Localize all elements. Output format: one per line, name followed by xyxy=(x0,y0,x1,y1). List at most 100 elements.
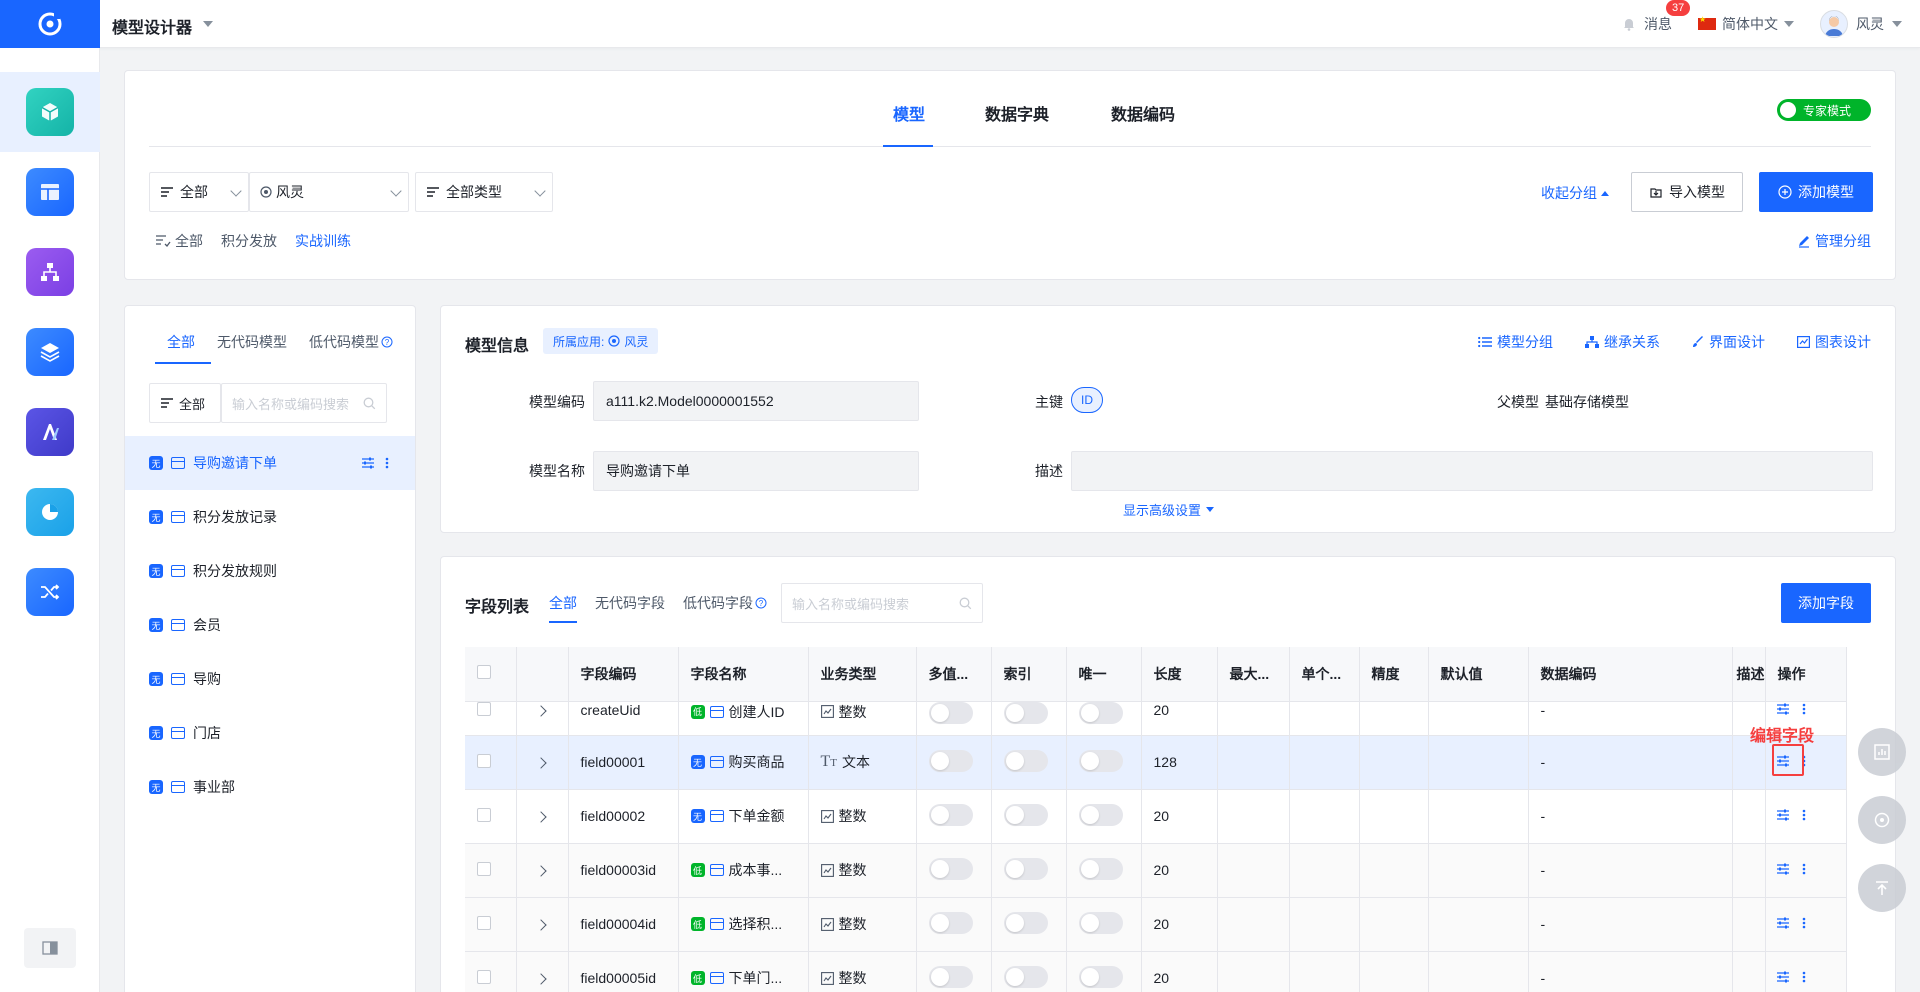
chevron-right-icon[interactable] xyxy=(534,865,547,877)
toggle-switch[interactable] xyxy=(928,857,973,880)
group-points-issue[interactable]: 积分发放 xyxy=(221,231,277,251)
table-row[interactable]: field00002 无 下单金额 整数 20 - xyxy=(465,789,1847,844)
list-item-division[interactable]: 无 事业部 xyxy=(125,760,415,814)
model-group-button[interactable]: 模型分组 xyxy=(1478,332,1553,352)
tab-no-code-models[interactable]: 无代码模型 xyxy=(217,332,287,352)
toggle-switch[interactable] xyxy=(1078,803,1123,826)
more-vertical-icon[interactable] xyxy=(385,457,389,469)
row-more-button[interactable] xyxy=(1802,916,1806,932)
edit-field-button[interactable] xyxy=(1776,916,1790,932)
parent-model-link[interactable]: 基础存储模型 xyxy=(1545,392,1629,412)
table-row[interactable]: field00005id 低 下单门... 整数 20 - xyxy=(465,951,1847,992)
chevron-right-icon[interactable] xyxy=(534,757,547,769)
chevron-right-icon[interactable] xyxy=(534,973,547,985)
tab-low-code-models[interactable]: 低代码模型 ? xyxy=(309,332,393,352)
floating-refresh-button[interactable] xyxy=(1858,796,1906,844)
row-checkbox[interactable] xyxy=(477,701,491,716)
edit-field-button[interactable] xyxy=(1776,970,1790,986)
add-field-button[interactable]: 添加字段 xyxy=(1781,583,1871,623)
user-menu[interactable]: 风灵 xyxy=(1820,10,1902,38)
toggle-switch[interactable] xyxy=(1078,911,1123,934)
sidebar-item-shuffle[interactable] xyxy=(0,552,100,632)
toggle-switch[interactable] xyxy=(1003,965,1048,988)
settings-sliders-icon[interactable] xyxy=(361,457,375,469)
row-more-button[interactable] xyxy=(1802,808,1806,824)
collapse-group-button[interactable]: 收起分组 xyxy=(1541,183,1609,203)
toggle-switch[interactable] xyxy=(1003,749,1048,772)
group-all[interactable]: 全部 xyxy=(155,231,203,251)
group-practice-training[interactable]: 实战训练 xyxy=(295,231,351,251)
sidebar-item-ai[interactable] xyxy=(0,392,100,472)
model-code-field[interactable]: a111.k2.Model0000001552 xyxy=(593,381,919,421)
toggle-switch[interactable] xyxy=(1078,965,1123,988)
toggle-switch[interactable] xyxy=(928,749,973,772)
row-more-button[interactable] xyxy=(1802,970,1806,986)
list-item-member[interactable]: 无 会员 xyxy=(125,598,415,652)
manage-group-button[interactable]: 管理分组 xyxy=(1797,231,1871,251)
add-model-button[interactable]: 添加模型 xyxy=(1759,172,1873,212)
edit-field-button[interactable] xyxy=(1776,702,1790,718)
inheritance-button[interactable]: 继承关系 xyxy=(1585,332,1660,352)
sidebar-item-model[interactable] xyxy=(0,72,100,152)
model-search-input[interactable]: 输入名称或编码搜索 xyxy=(221,383,387,423)
toggle-switch[interactable] xyxy=(1003,911,1048,934)
select-all-checkbox[interactable] xyxy=(477,665,491,680)
list-item-points-rule[interactable]: 无 积分发放规则 xyxy=(125,544,415,598)
expert-mode-toggle[interactable]: 专家模式 xyxy=(1777,99,1871,121)
row-checkbox[interactable] xyxy=(477,915,491,930)
toggle-switch[interactable] xyxy=(928,911,973,934)
list-item-points-record[interactable]: 无 积分发放记录 xyxy=(125,490,415,544)
table-row[interactable]: field00003id 低 成本事... 整数 20 - xyxy=(465,843,1847,898)
import-model-button[interactable]: 导入模型 xyxy=(1631,172,1743,212)
sidebar-item-chart[interactable] xyxy=(0,472,100,552)
field-search-input[interactable]: 输入名称或编码搜索 xyxy=(781,583,983,623)
floating-report-button[interactable] xyxy=(1858,728,1906,776)
model-list-filter-select[interactable]: 全部 xyxy=(149,383,221,423)
row-more-button[interactable] xyxy=(1802,862,1806,878)
row-checkbox[interactable] xyxy=(477,753,491,768)
tab-all-models[interactable]: 全部 xyxy=(145,332,195,352)
select-all-cell[interactable] xyxy=(465,647,517,702)
row-checkbox[interactable] xyxy=(477,861,491,876)
toggle-switch[interactable] xyxy=(1078,857,1123,880)
chevron-down-icon[interactable] xyxy=(203,21,213,27)
model-name-field[interactable]: 导购邀请下单 xyxy=(593,451,919,491)
edit-field-button[interactable] xyxy=(1776,862,1790,878)
edit-field-button[interactable] xyxy=(1776,808,1790,824)
toggle-switch[interactable] xyxy=(1078,749,1123,772)
chart-design-button[interactable]: 图表设计 xyxy=(1797,332,1871,352)
chevron-right-icon[interactable] xyxy=(534,811,547,823)
sidebar-item-flow[interactable] xyxy=(0,232,100,312)
row-checkbox[interactable] xyxy=(477,969,491,984)
list-item-guide-invite-order[interactable]: 无 导购邀请下单 xyxy=(125,436,415,490)
table-row[interactable]: createUid 低 创建人ID 整数 20 - xyxy=(465,701,1847,736)
sidebar-item-layers[interactable] xyxy=(0,312,100,392)
tab-data-encoding[interactable]: 数据编码 xyxy=(1111,101,1175,125)
row-more-button[interactable] xyxy=(1802,702,1806,718)
toggle-switch[interactable] xyxy=(1078,701,1123,724)
chevron-right-icon[interactable] xyxy=(534,704,547,717)
floating-back-top-button[interactable] xyxy=(1858,864,1906,912)
sidebar-collapse-button[interactable] xyxy=(24,928,76,968)
show-advanced-button[interactable]: 显示高级设置 xyxy=(1123,500,1215,519)
table-row[interactable]: field00001 无 购买商品 TT 文本 128 - xyxy=(465,735,1847,790)
list-item-guide[interactable]: 无 导购 xyxy=(125,652,415,706)
list-item-store[interactable]: 无 门店 xyxy=(125,706,415,760)
tab-no-code-fields[interactable]: 无代码字段 xyxy=(595,593,665,613)
messages-button[interactable]: 消息 37 xyxy=(1622,0,1691,34)
tab-low-code-fields[interactable]: 低代码字段 ? xyxy=(683,593,767,613)
ui-design-button[interactable]: 界面设计 xyxy=(1692,332,1765,352)
description-field[interactable] xyxy=(1071,451,1873,491)
sidebar-item-layout[interactable] xyxy=(0,152,100,232)
filter-user-select[interactable]: 风灵 xyxy=(249,172,409,212)
toggle-switch[interactable] xyxy=(1003,857,1048,880)
tab-all-fields[interactable]: 全部 xyxy=(549,593,577,613)
tab-model[interactable]: 模型 xyxy=(893,101,925,125)
row-checkbox[interactable] xyxy=(477,807,491,822)
chevron-right-icon[interactable] xyxy=(534,919,547,931)
filter-type-select[interactable]: 全部类型 xyxy=(415,172,553,212)
toggle-switch[interactable] xyxy=(928,701,973,724)
app-logo[interactable] xyxy=(0,0,100,48)
filter-all-select[interactable]: 全部 xyxy=(149,172,249,212)
toggle-switch[interactable] xyxy=(928,803,973,826)
